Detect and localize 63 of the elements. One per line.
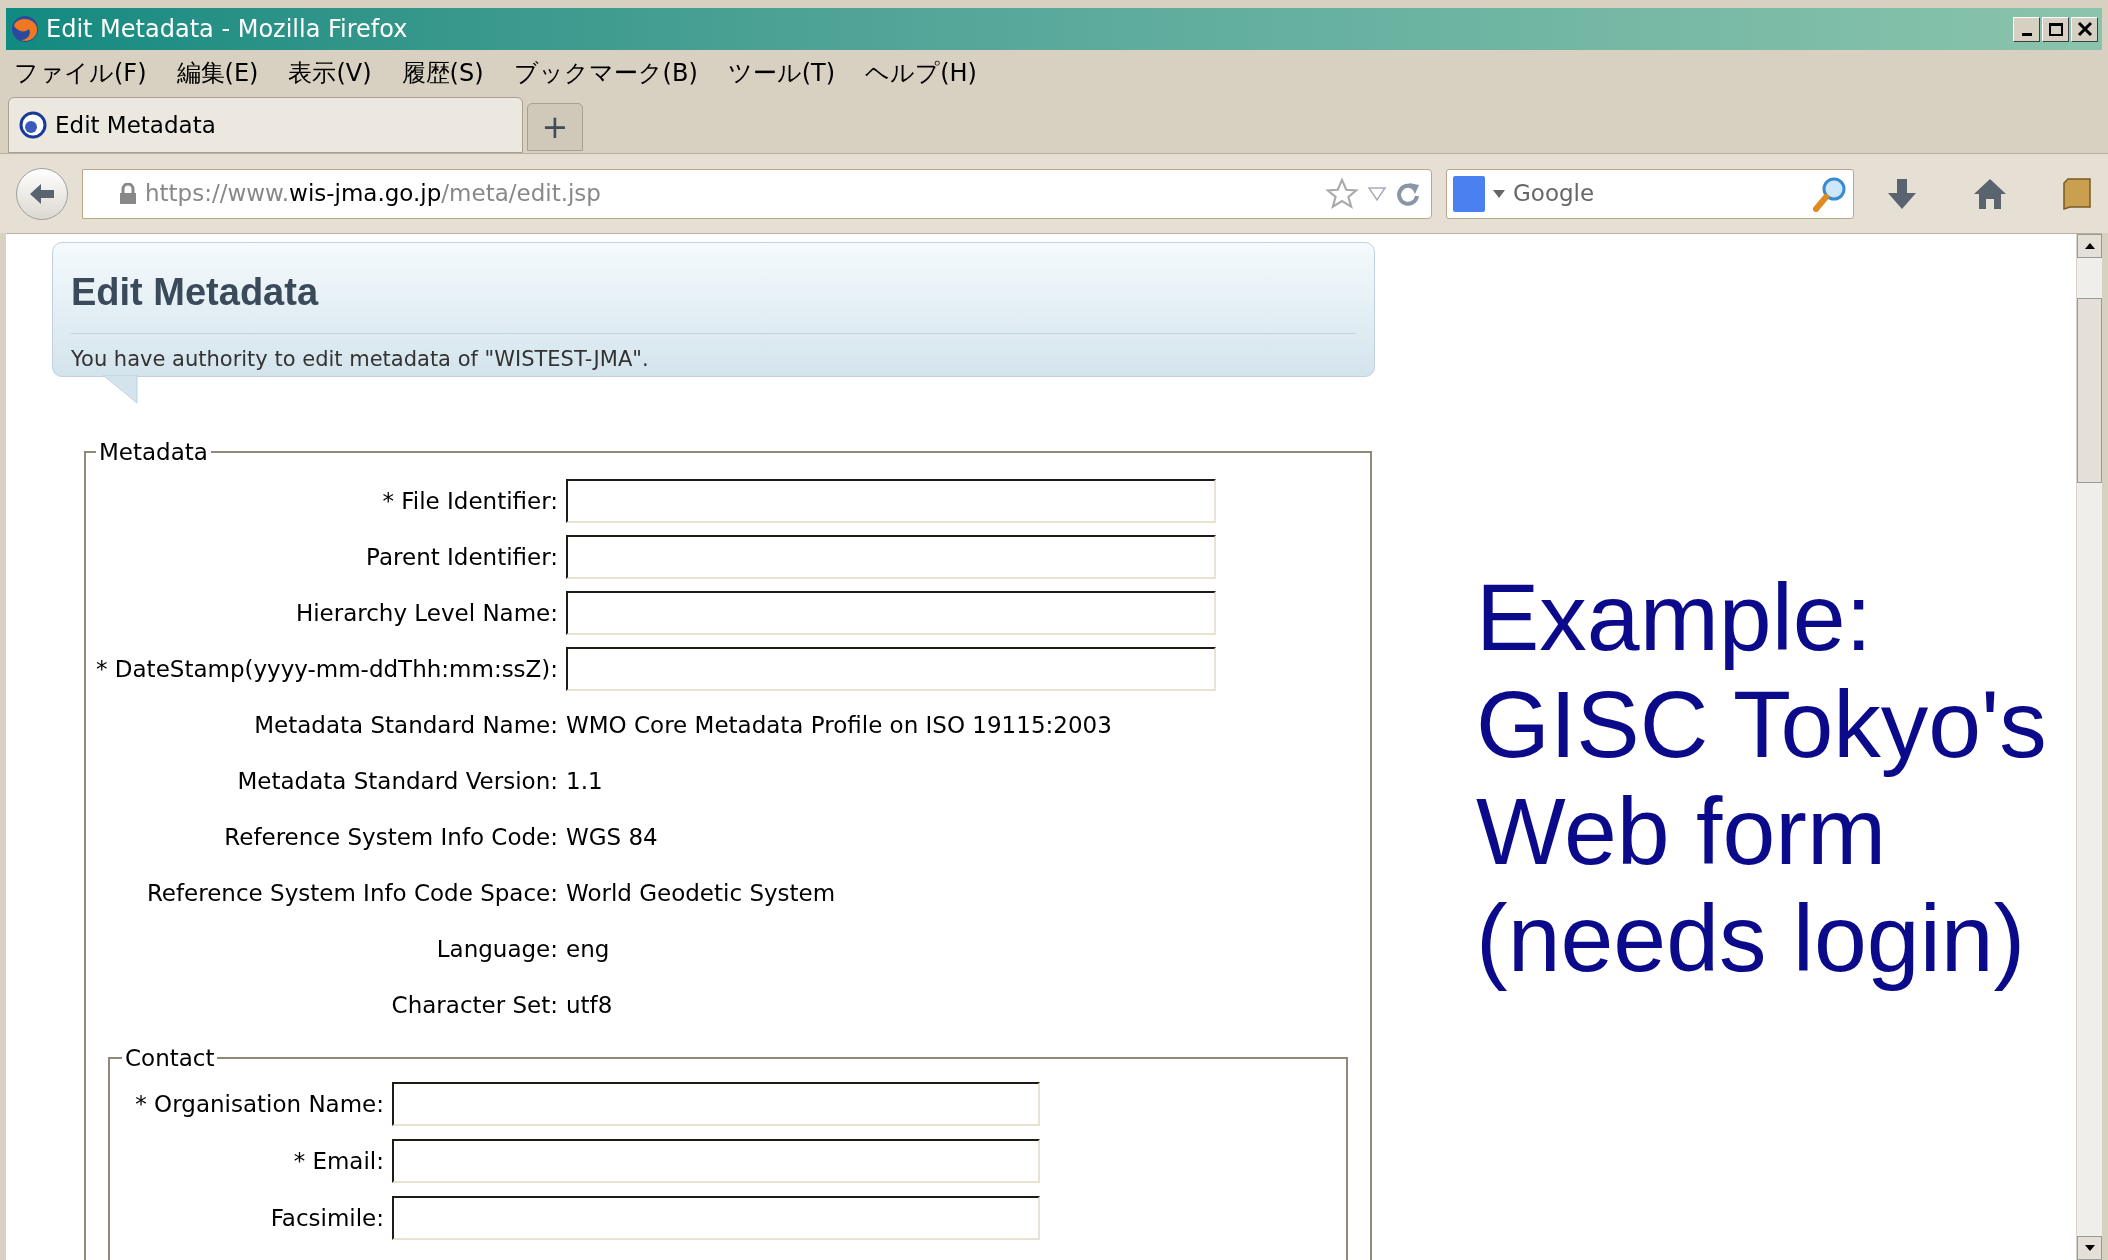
- field-label: Reference System Info Code Space:: [145, 878, 559, 908]
- reload-icon[interactable]: [1395, 180, 1421, 207]
- menu-item[interactable]: 表示(V): [288, 54, 372, 91]
- field-label: * Organisation Name:: [134, 1089, 385, 1119]
- menu-item[interactable]: 履歴(S): [401, 54, 484, 91]
- dropdown-arrow-icon: [1493, 189, 1505, 198]
- field-label: * File Identifier:: [381, 486, 559, 516]
- field-value: 1.1: [566, 767, 603, 794]
- menu-item[interactable]: ツール(T): [727, 54, 836, 91]
- scrollbar-thumb[interactable]: [2077, 298, 2102, 483]
- field-label: Reference System Info Code:: [223, 822, 559, 852]
- text-field[interactable]: [566, 647, 1216, 691]
- search-icon[interactable]: [1813, 175, 1847, 212]
- close-icon: [2076, 21, 2093, 37]
- field-label: Metadata Standard Name:: [253, 710, 559, 740]
- globe-icon: [19, 111, 47, 139]
- window-title: Edit Metadata - Mozilla Firefox: [46, 14, 408, 45]
- star-icon[interactable]: [1325, 176, 1359, 211]
- field-label: * DateStamp(yyyy-mm-ddThh:mm:ssZ):: [96, 654, 560, 684]
- back-arrow-icon: [28, 181, 56, 206]
- page-title: Edit Metadata: [71, 273, 320, 311]
- lock-icon: [119, 182, 137, 205]
- field-label: Hierarchy Level Name:: [294, 598, 559, 628]
- close-button[interactable]: [2071, 16, 2098, 42]
- menu-item[interactable]: ファイル(F): [14, 54, 147, 91]
- new-tab-button[interactable]: +: [527, 103, 583, 151]
- slide-caption: Example: GISC Tokyo's Web form (needs login): [1476, 564, 2048, 992]
- field-label: * Email:: [292, 1146, 385, 1176]
- search-bar[interactable]: Google: [1446, 168, 1854, 219]
- notice-text: You have authority to edit metadata of "WISTEST-JMA".: [71, 346, 650, 373]
- download-arrow-icon[interactable]: [1886, 176, 1918, 211]
- field-value: utf8: [566, 991, 613, 1018]
- fieldset-legend: Contact: [122, 1041, 218, 1076]
- field-label: Parent Identifier:: [365, 542, 559, 572]
- field-value: eng: [566, 935, 610, 962]
- field-value: WMO Core Metadata Profile on ISO 19115:2003: [566, 711, 1112, 738]
- menu-item[interactable]: ブックマーク(B): [513, 54, 698, 91]
- address-bar[interactable]: https://www.wis-jma.go.jp/meta/edit.jsp: [82, 168, 1432, 219]
- text-field[interactable]: [392, 1139, 1040, 1183]
- field-value: World Geodetic System: [566, 879, 836, 906]
- text-field[interactable]: [566, 591, 1216, 635]
- fieldset-legend: Metadata: [96, 434, 211, 469]
- menu-item[interactable]: ヘルプ(H): [865, 54, 977, 91]
- back-button[interactable]: [16, 167, 68, 220]
- text-field[interactable]: [566, 479, 1216, 523]
- field-label: Language:: [435, 934, 559, 964]
- field-label: Metadata Standard Version:: [236, 766, 559, 796]
- text-field[interactable]: [392, 1196, 1040, 1240]
- maximize-button[interactable]: [2042, 16, 2069, 42]
- scrollbar[interactable]: [2076, 234, 2102, 1260]
- home-icon[interactable]: [1972, 176, 2008, 211]
- field-value: WGS 84: [566, 823, 658, 850]
- search-input[interactable]: Google: [1513, 176, 1805, 211]
- field-label: Character Set:: [390, 990, 559, 1020]
- scroll-down-icon[interactable]: [2084, 1245, 2095, 1251]
- text-field[interactable]: [566, 535, 1216, 579]
- menu-item[interactable]: 編集(E): [176, 54, 259, 91]
- scroll-up-icon[interactable]: [2084, 243, 2095, 249]
- browser-tab[interactable]: Edit Metadata: [8, 97, 523, 153]
- text-field[interactable]: [392, 1082, 1040, 1126]
- minimize-button[interactable]: [2013, 16, 2040, 42]
- url-text: https://www.wis-jma.go.jp/meta/edit.jsp: [145, 179, 601, 209]
- field-label: Facsimile:: [269, 1203, 385, 1233]
